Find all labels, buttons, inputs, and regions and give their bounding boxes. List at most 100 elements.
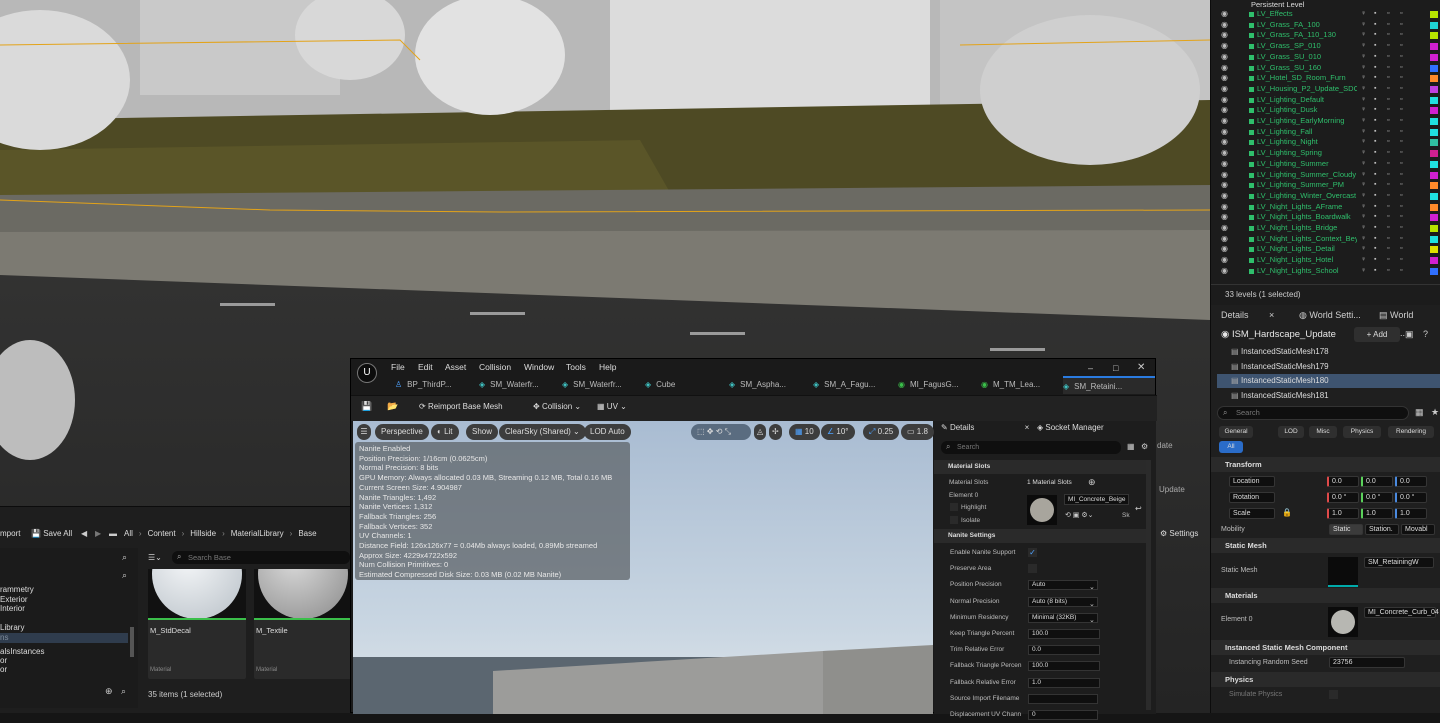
close-icon[interactable]: ✕ [1137,362,1145,373]
component-item[interactable]: ▤ InstancedStaticMesh180 [1217,374,1440,388]
rot-y-input[interactable]: 0.0 ° [1361,492,1393,503]
eye-icon[interactable]: ◉ [1221,159,1228,170]
reset-icon[interactable]: ↩ [1135,504,1142,513]
eye-icon[interactable]: ◉ [1221,116,1228,127]
lock-icon[interactable]: ▪ [1374,244,1376,255]
scl-x-input[interactable]: 1.0 [1327,508,1359,519]
save-icon[interactable]: ▫ [1387,180,1389,191]
blueprint-icon[interactable]: ▣ [1405,329,1414,340]
save-icon[interactable]: ▫ [1387,41,1389,52]
save-icon[interactable]: ▫ [1387,223,1389,234]
level-row[interactable]: ◉ LV_Lighting_Winter_Overcast ♀ ▪ ▫ ▫ [1211,191,1440,202]
import-button[interactable]: mport [0,529,20,538]
highlight-checkbox[interactable] [950,503,958,511]
lock-icon[interactable]: 🔒 [1282,508,1292,517]
level-color-swatch[interactable] [1430,11,1438,18]
eye-icon[interactable]: ◉ [1221,41,1228,52]
lightbulb-icon[interactable]: ♀ [1361,159,1366,170]
lock-icon[interactable]: ▪ [1374,127,1376,138]
maximize-icon[interactable]: □ [1113,363,1118,373]
scl-y-input[interactable]: 1.0 [1361,508,1393,519]
lightbulb-icon[interactable]: ♀ [1361,255,1366,266]
lock-icon[interactable]: ▪ [1374,234,1376,245]
lightbulb-icon[interactable]: ♀ [1361,127,1366,138]
lightbulb-icon[interactable]: ♀ [1361,202,1366,213]
details-search-input[interactable]: Search [1217,406,1409,420]
save-icon[interactable]: ▫ [1387,234,1389,245]
asset-tab[interactable]: ◈ SM_Aspha... [729,376,786,394]
eye-icon[interactable]: ◉ [1221,148,1228,159]
lock-icon[interactable]: ▪ [1374,9,1376,20]
save-icon[interactable]: ▫ [1387,191,1389,202]
save-icon[interactable]: ▫ [1387,30,1389,41]
lightbulb-icon[interactable]: ♀ [1361,20,1366,31]
nanite-value[interactable]: 100.0 [1028,661,1100,672]
material-thumbnail[interactable] [1027,495,1057,525]
grid-view-icon[interactable]: ▦ [1415,407,1424,418]
tab-socket-manager[interactable]: ◈ Socket Manager [1037,423,1104,432]
clearsky-dropdown[interactable]: ClearSky (Shared) ⌄ [499,424,586,440]
asset-tab[interactable]: ◉ MI_FagusG... [898,376,958,394]
load-icon[interactable]: ▫ [1400,202,1402,213]
load-icon[interactable]: ▫ [1400,73,1402,84]
load-icon[interactable]: ▫ [1400,30,1402,41]
breadcrumb-item[interactable]: Hillside [190,529,216,538]
level-color-swatch[interactable] [1430,107,1438,115]
save-icon[interactable]: ▫ [1387,255,1389,266]
nanite-value[interactable]: Minimal (32KB) [1028,612,1098,623]
add-component-button[interactable]: + Add [1354,327,1400,342]
nanite-checkbox[interactable] [1028,564,1037,574]
grid-snap-button[interactable]: ▦ 10 [789,424,820,440]
level-row[interactable]: ◉ LV_Grass_FA_110_130 ♀ ▪ ▫ ▫ [1211,30,1440,41]
level-color-swatch[interactable] [1430,96,1438,104]
lock-icon[interactable]: ▪ [1374,180,1376,191]
perspective-button[interactable]: Perspective [375,424,429,440]
filter-all[interactable]: All [1219,441,1243,453]
load-icon[interactable]: ▫ [1400,170,1402,181]
asset-tile[interactable]: M_StdDecal Material [148,569,246,679]
lightbulb-icon[interactable]: ♀ [1361,105,1366,116]
save-icon[interactable]: ▫ [1387,105,1389,116]
static-mesh-picker[interactable]: SM_RetainingW [1364,557,1434,568]
load-icon[interactable]: ▫ [1400,180,1402,191]
save-icon[interactable]: ▫ [1387,73,1389,84]
eye-icon[interactable]: ◉ [1221,30,1228,41]
lightbulb-icon[interactable]: ♀ [1361,95,1366,106]
eye-icon[interactable]: ◉ [1221,127,1228,138]
nanite-value[interactable]: 100.0 [1028,629,1100,639]
level-color-swatch[interactable] [1430,267,1438,275]
save-icon[interactable]: 💾 [361,401,372,412]
eye-icon[interactable]: ◉ [1221,20,1228,31]
show-button[interactable]: Show [466,424,499,440]
eye-icon[interactable]: ◉ [1221,84,1228,95]
lock-icon[interactable]: ▪ [1374,73,1376,84]
load-icon[interactable]: ▫ [1400,95,1402,106]
tab-editor-details[interactable]: ✎ Details × [941,423,1029,432]
save-icon[interactable]: ▫ [1387,95,1389,106]
load-icon[interactable]: ▫ [1400,212,1402,223]
component-item[interactable]: ▤ InstancedStaticMesh181 [1217,389,1440,403]
level-row[interactable]: ◉ LV_Hotel_SD_Room_Furn ♀ ▪ ▫ ▫ [1211,73,1440,84]
materials-section[interactable]: Materials [1211,588,1440,603]
tree-scrollbar[interactable] [130,627,134,657]
material-slots-section[interactable]: Material Slots [934,460,1146,474]
material-picker[interactable]: MI_Concrete_Beige [1064,494,1129,505]
lightbulb-icon[interactable]: ♀ [1361,52,1366,63]
level-color-swatch[interactable] [1430,64,1438,72]
isolate-checkbox[interactable] [950,516,958,524]
lightbulb-icon[interactable]: ♀ [1361,84,1366,95]
gear-icon[interactable]: ⚙ [1141,442,1148,451]
save-icon[interactable]: ▫ [1387,63,1389,74]
eye-icon[interactable]: ◉ [1221,255,1228,266]
save-icon[interactable]: ▫ [1387,52,1389,63]
eye-icon[interactable]: ◉ [1221,63,1228,74]
menu-edit[interactable]: Edit [418,362,433,372]
level-color-swatch[interactable] [1430,203,1438,211]
lock-icon[interactable]: ▪ [1374,20,1376,31]
level-row[interactable]: ◉ LV_Effects ♀ ▪ ▫ ▫ [1211,9,1440,20]
level-row[interactable]: ◉ LV_Night_Lights_Context_Beyc ♀ ▪ ▫ ▫ [1211,234,1440,245]
breadcrumb-item[interactable]: MaterialLibrary [231,529,284,538]
loc-y-input[interactable]: 0.0 [1361,476,1393,487]
save-icon[interactable]: ▫ [1387,84,1389,95]
level-row[interactable]: ◉ LV_Grass_SU_010 ♀ ▪ ▫ ▫ [1211,52,1440,63]
